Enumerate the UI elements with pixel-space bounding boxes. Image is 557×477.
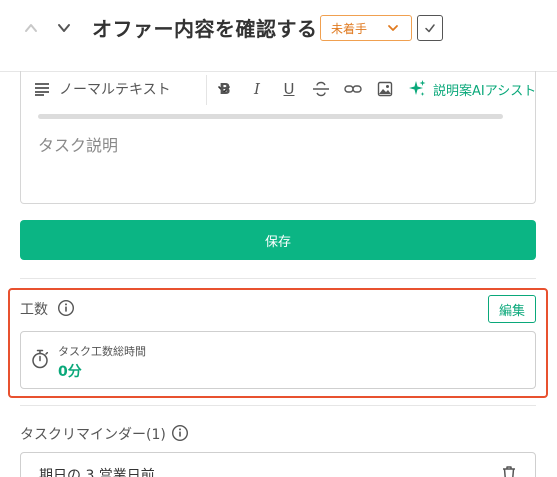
total-time-label: タスク工数総時間	[58, 345, 146, 358]
strikethrough-icon	[313, 81, 329, 97]
kosu-label: 工数	[20, 302, 48, 318]
edit-kosu-button[interactable]: 編集	[488, 295, 536, 323]
sparkle-icon	[409, 80, 426, 96]
description-placeholder[interactable]: タスク説明	[38, 132, 118, 156]
text-format-label: ノーマルテキスト	[59, 82, 171, 98]
image-icon	[377, 81, 393, 97]
task-title[interactable]: オファー内容を確認する	[92, 13, 318, 42]
chevron-down-icon	[388, 25, 398, 31]
status-label: 未着手	[331, 21, 368, 36]
reminder-text: 期日の 3 営業日前	[39, 468, 155, 477]
text-format-select[interactable]: ノーマルテキスト	[59, 78, 230, 100]
reminder-label: タスクリマインダー(1)	[20, 427, 166, 443]
trash-icon[interactable]	[501, 465, 517, 477]
chevron-up-icon	[25, 24, 37, 32]
description-editor[interactable]: ノーマルテキスト B I U 説明案AIアシスト タスク説明	[20, 71, 536, 204]
task-header: オファー内容を確認する 未着手	[0, 0, 557, 58]
block-menu-button[interactable]	[32, 78, 52, 100]
underline-button[interactable]: U	[279, 78, 299, 100]
next-task-button[interactable]	[53, 17, 75, 39]
status-select[interactable]: 未着手	[320, 15, 412, 41]
link-icon	[344, 85, 362, 93]
link-button[interactable]	[343, 78, 363, 100]
reminder-item[interactable]: 期日の 3 営業日前	[20, 452, 536, 477]
section-divider	[20, 278, 536, 279]
list-icon	[35, 83, 49, 96]
strikethrough-button[interactable]	[311, 78, 331, 100]
italic-button[interactable]: I	[249, 78, 265, 100]
bold-button[interactable]: B	[215, 78, 235, 100]
chevron-down-icon	[58, 24, 70, 32]
check-icon	[425, 24, 435, 33]
total-time-value: 0分	[58, 364, 82, 380]
insert-image-button[interactable]	[375, 78, 395, 100]
task-time-card: タスク工数総時間 0分	[20, 331, 536, 389]
toolbar-scrollbar[interactable]	[38, 114, 503, 119]
section-divider	[20, 405, 536, 406]
ai-assist-button[interactable]: 説明案AIアシスト	[407, 78, 536, 100]
stopwatch-icon	[32, 349, 49, 369]
editor-toolbar: ノーマルテキスト B I U 説明案AIアシスト	[21, 71, 536, 107]
ai-assist-label: 説明案AIアシスト	[433, 83, 536, 99]
mark-done-button[interactable]	[417, 15, 443, 41]
toolbar-separator	[206, 75, 207, 105]
previous-task-button[interactable]	[20, 17, 42, 39]
save-button[interactable]: 保存	[20, 220, 536, 260]
info-icon[interactable]	[57, 299, 75, 317]
info-icon[interactable]	[171, 424, 189, 442]
